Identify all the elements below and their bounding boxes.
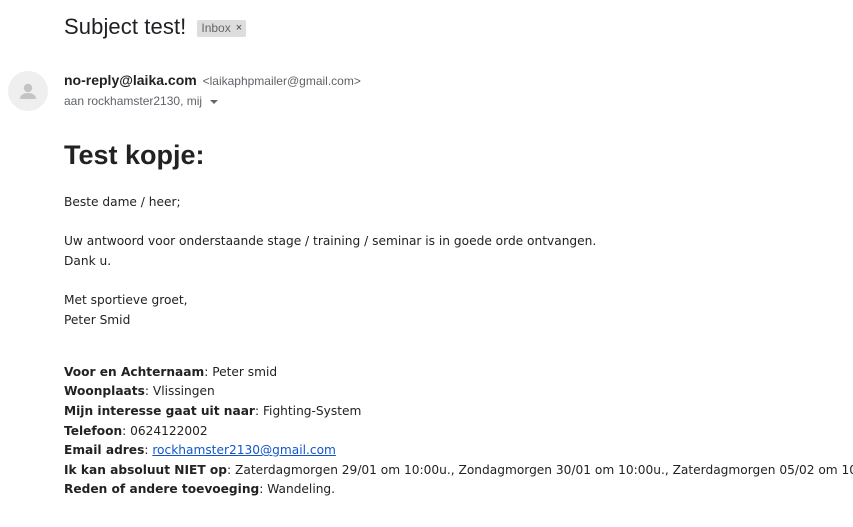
field-row: Telefoon: 0624122002 [64, 423, 208, 438]
field-value: Peter smid [212, 364, 278, 379]
sender-name[interactable]: no-reply@laika.com [64, 72, 197, 88]
signature-text: Peter Smid [64, 312, 131, 327]
field-value: Vlissingen [152, 384, 215, 399]
field-label: Voor en Achternaam [64, 364, 205, 379]
email-subject: Subject test! [64, 14, 187, 39]
field-row: Woonplaats: Vlissingen [64, 384, 215, 399]
subject-row: Subject test! Inbox × [64, 14, 247, 40]
field-row: Mijn interesse gaat uit naar: Fighting-S… [64, 403, 362, 418]
message-heading: Test kopje: [64, 140, 205, 170]
field-row: Email adres: rockhamster2130@gmail.com [64, 443, 336, 458]
sender-avatar[interactable] [8, 71, 48, 111]
inbox-label-chip[interactable]: Inbox × [197, 19, 247, 37]
field-label: Mijn interesse gaat uit naar [64, 403, 255, 418]
remove-label-icon[interactable]: × [236, 21, 242, 35]
thanks-text: Dank u. [64, 253, 112, 268]
closing-text: Met sportieve groet, [64, 292, 188, 307]
email-view: Subject test! Inbox × no-reply@laika.com… [0, 0, 853, 527]
field-label: Ik kan absoluut NIET op [64, 462, 228, 477]
field-value: Zaterdagmorgen 29/01 om 10:00u., Zondagm… [235, 462, 853, 477]
person-icon [20, 83, 36, 99]
field-row: Voor en Achternaam: Peter smid [64, 364, 278, 379]
field-row: Ik kan absoluut NIET op: Zaterdagmorgen … [64, 461, 853, 481]
field-value: 0624122002 [130, 423, 208, 438]
recipients-text: aan rockhamster2130, mij [64, 94, 203, 108]
field-label: Woonplaats [64, 384, 145, 399]
field-label: Telefoon [64, 423, 123, 438]
recipients-line: aan rockhamster2130, mij [64, 94, 219, 108]
field-row: Reden of andere toevoeging: Wandeling. [64, 482, 336, 497]
field-value: Fighting-System [262, 403, 362, 418]
greeting-text: Beste dame / heer; [64, 195, 181, 209]
confirmation-text: Uw antwoord voor onderstaande stage / tr… [64, 234, 597, 249]
inbox-label-text: Inbox [201, 20, 231, 35]
sender-email: <laikaphpmailer@gmail.com> [202, 74, 361, 88]
sender-line: no-reply@laika.com <laikaphpmailer@gmail… [64, 72, 361, 88]
email-address-link[interactable]: rockhamster2130@gmail.com [152, 443, 336, 457]
show-details-dropdown-icon[interactable] [210, 100, 219, 104]
field-label: Email adres [64, 443, 145, 458]
message-body: Test kopje: Beste dame / heer; Uw antwoo… [64, 140, 853, 500]
field-value: Wandeling. [267, 482, 336, 497]
field-label: Reden of andere toevoeging [64, 482, 260, 497]
